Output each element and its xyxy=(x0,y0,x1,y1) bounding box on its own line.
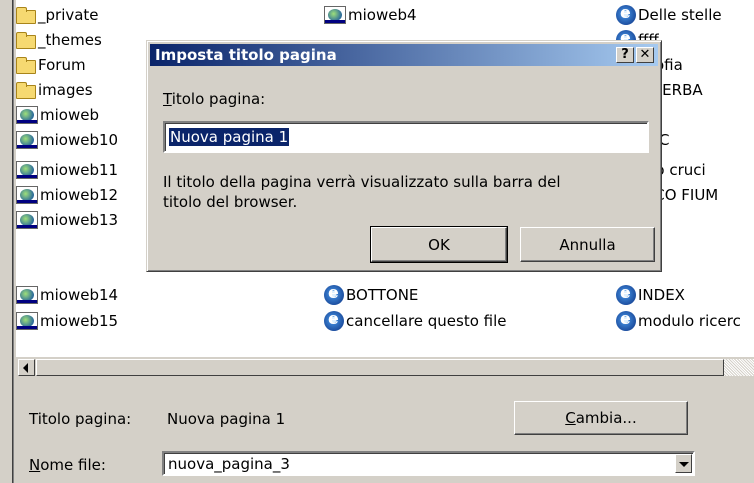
file-list-item[interactable]: INDEX xyxy=(616,283,685,307)
web-folder-icon xyxy=(16,211,38,229)
chevron-down-icon[interactable] xyxy=(675,454,692,473)
file-list-item[interactable]: BOTTONE xyxy=(324,283,418,307)
dialog-message: Il titolo della pagina verrà visualizzat… xyxy=(163,172,561,212)
file-list-item[interactable]: Delle stelle xyxy=(616,3,722,27)
close-icon[interactable]: ✕ xyxy=(636,47,654,63)
file-name: INDEX xyxy=(638,286,685,304)
file-list-item[interactable]: mioweb13 xyxy=(16,208,118,232)
cancel-button[interactable]: Annulla xyxy=(520,227,655,262)
ok-button[interactable]: OK xyxy=(370,226,508,263)
file-list-item[interactable]: modulo ricerc xyxy=(616,309,741,333)
file-name: Delle stelle xyxy=(638,6,722,24)
scrollbar-track[interactable] xyxy=(724,359,754,376)
web-folder-icon xyxy=(16,106,38,124)
file-name: mioweb14 xyxy=(40,286,119,304)
file-list-item[interactable]: mioweb4 xyxy=(324,3,417,27)
file-list-item[interactable]: mioweb11 xyxy=(16,158,118,182)
scrollbar-thumb[interactable] xyxy=(36,359,724,376)
file-name: cancellare questo file xyxy=(346,312,507,330)
ie-page-icon xyxy=(616,3,636,25)
title-label: Titolo pagina: xyxy=(29,410,132,428)
file-name: modulo ricerc xyxy=(638,312,741,330)
horizontal-scrollbar[interactable] xyxy=(16,357,754,377)
file-list-item[interactable]: mioweb15 xyxy=(16,309,118,333)
file-list-item[interactable]: mioweb xyxy=(16,103,99,127)
file-list-item[interactable]: Forum xyxy=(16,53,86,77)
file-name: _private xyxy=(38,6,99,24)
file-name: BOTTONE xyxy=(346,286,419,304)
file-list-item[interactable]: mioweb12 xyxy=(16,183,118,207)
folder-icon xyxy=(16,81,36,99)
file-name: Forum xyxy=(38,56,86,74)
file-list-item[interactable]: cancellare questo file xyxy=(324,309,507,333)
file-list-item[interactable]: mioweb10 xyxy=(16,128,118,152)
web-folder-icon xyxy=(16,161,38,179)
file-name: mioweb4 xyxy=(348,6,417,24)
file-list-item[interactable]: mioweb14 xyxy=(16,283,118,307)
file-name: mioweb12 xyxy=(40,186,119,204)
web-folder-icon xyxy=(324,6,346,24)
file-name: _themes xyxy=(38,31,102,49)
ie-page-icon xyxy=(616,283,636,305)
web-folder-icon xyxy=(16,286,38,304)
help-icon[interactable]: ? xyxy=(616,47,634,63)
dialog-message-line2: titolo del browser. xyxy=(163,193,298,211)
window-left-border xyxy=(0,0,14,483)
file-name: mioweb10 xyxy=(40,131,119,149)
web-folder-icon xyxy=(16,312,38,330)
file-list-item[interactable]: images xyxy=(16,78,93,102)
dialog-field-label: Titolo pagina: xyxy=(163,90,266,108)
folder-icon xyxy=(16,6,36,24)
filename-value: nuova_pagina_3 xyxy=(168,454,290,473)
filename-label: Nome file: xyxy=(29,456,106,474)
folder-icon xyxy=(16,31,36,49)
title-value: Nuova pagina 1 xyxy=(167,410,286,428)
file-name: mioweb11 xyxy=(40,161,119,179)
scroll-left-button[interactable] xyxy=(18,359,35,376)
file-name: mioweb13 xyxy=(40,211,119,229)
file-list-item[interactable]: _themes xyxy=(16,28,102,52)
change-title-button[interactable]: Cambia... xyxy=(514,401,688,435)
filename-dropdown[interactable]: nuova_pagina_3 xyxy=(162,451,695,476)
folder-icon xyxy=(16,56,36,74)
web-folder-icon xyxy=(16,131,38,149)
change-button-label: Cambia... xyxy=(565,409,637,427)
ie-page-icon xyxy=(616,309,636,331)
file-name: mioweb xyxy=(40,106,99,124)
ie-page-icon xyxy=(324,309,344,331)
page-title-input[interactable]: Nuova pagina 1 xyxy=(163,121,649,153)
dialog-title: Imposta titolo pagina xyxy=(155,46,337,64)
dialog-message-line1: Il titolo della pagina verrà visualizzat… xyxy=(163,173,561,191)
ie-page-icon xyxy=(324,283,344,305)
page-title-input-value: Nuova pagina 1 xyxy=(169,128,290,146)
web-folder-icon xyxy=(16,186,38,204)
dialog-titlebar[interactable]: Imposta titolo pagina ? ✕ xyxy=(150,44,658,66)
set-page-title-dialog: Imposta titolo pagina ? ✕ Titolo pagina:… xyxy=(146,40,662,272)
file-name: images xyxy=(38,81,93,99)
file-list-item[interactable]: _private xyxy=(16,3,99,27)
file-name: mioweb15 xyxy=(40,312,119,330)
